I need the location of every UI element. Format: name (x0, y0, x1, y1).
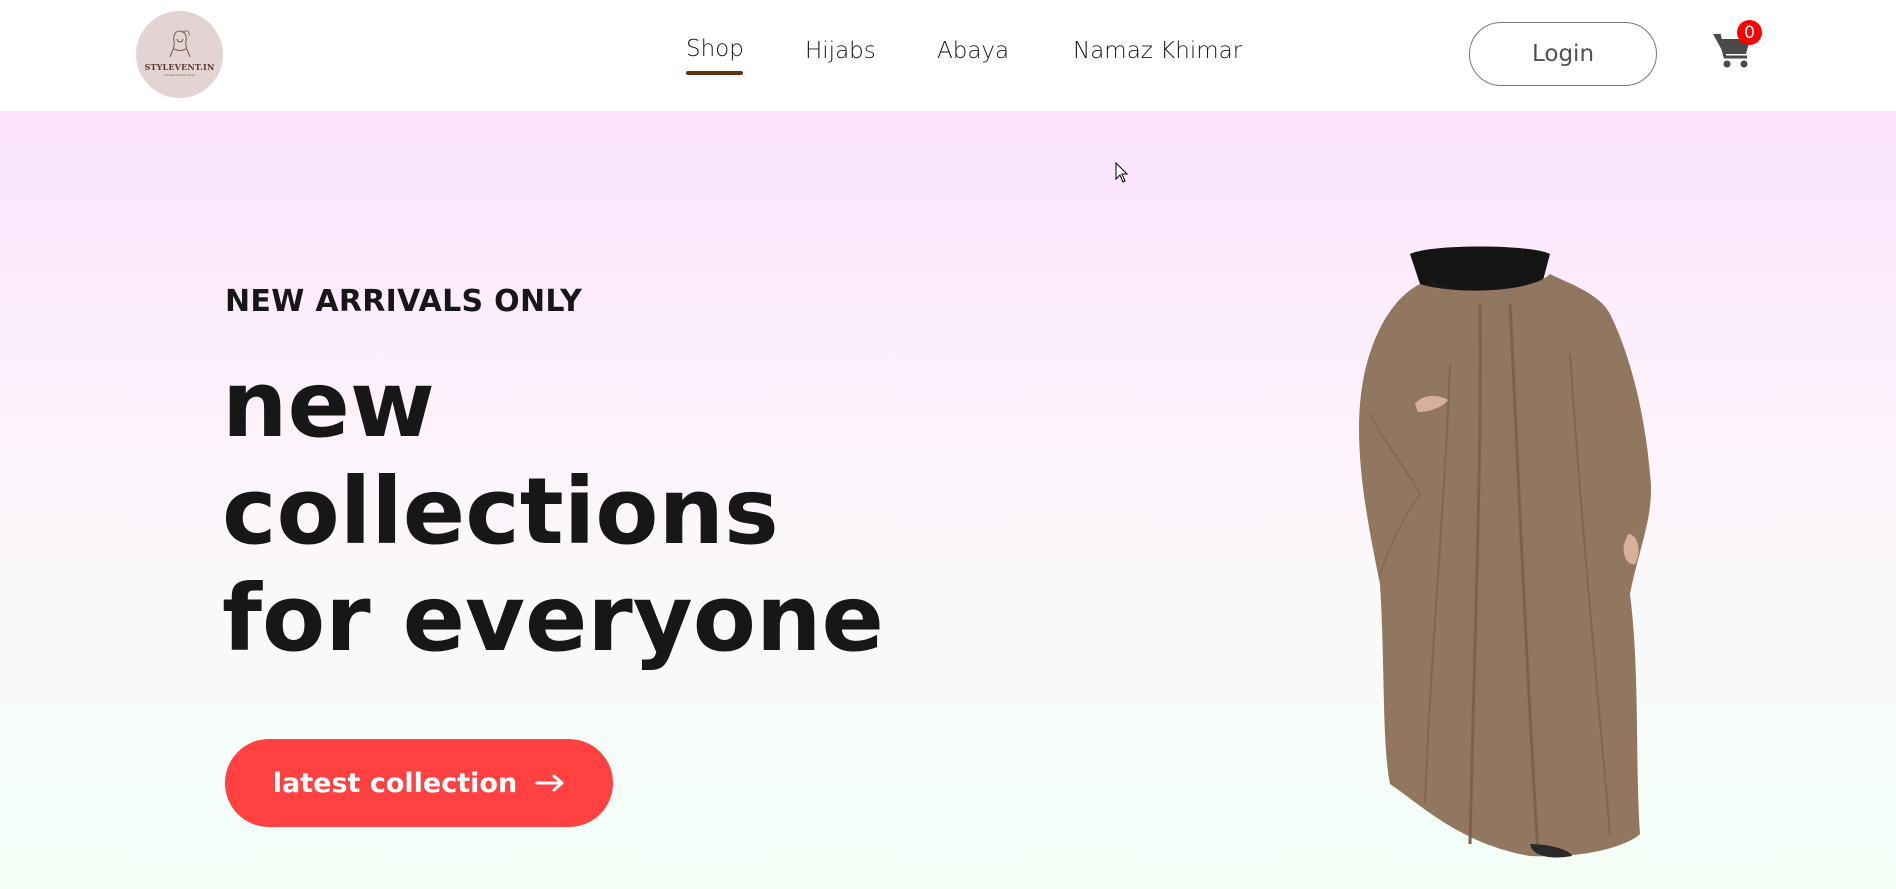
arrow-right-icon (535, 774, 564, 792)
nav-item-namaz-khimar[interactable]: Namaz Khimar (1073, 38, 1242, 64)
hero-title-line-1: new (222, 351, 435, 458)
logo-figure-icon (169, 30, 190, 57)
hero-title-line-3: for everyone (222, 565, 884, 672)
nav-active-underline (686, 71, 743, 75)
logo-text: STYLEVENT.IN (144, 61, 215, 72)
nav-item-shop[interactable]: Shop (686, 36, 744, 62)
hero-title: new collections for everyone (222, 351, 884, 672)
cart-count-badge: 0 (1737, 20, 1762, 45)
nav-item-hijabs[interactable]: Hijabs (805, 38, 876, 64)
logo-subtext: modest fashion shop (163, 72, 196, 77)
nav-item-abaya[interactable]: Abaya (937, 38, 1009, 64)
hero-eyebrow: NEW ARRIVALS ONLY (225, 284, 583, 319)
hero-model-image (1359, 246, 1651, 858)
brand-logo[interactable]: STYLEVENT.IN modest fashion shop (136, 11, 223, 98)
latest-collection-button[interactable]: latest collection (225, 739, 613, 827)
login-button[interactable]: Login (1469, 22, 1657, 86)
mouse-cursor-icon (1115, 162, 1129, 183)
navbar: STYLEVENT.IN modest fashion shop Shop Hi… (0, 0, 1896, 111)
hero-title-line-2: collections (222, 458, 779, 565)
cta-label: latest collection (272, 767, 518, 799)
hero-section: NEW ARRIVALS ONLY new collections for ev… (0, 111, 1896, 889)
